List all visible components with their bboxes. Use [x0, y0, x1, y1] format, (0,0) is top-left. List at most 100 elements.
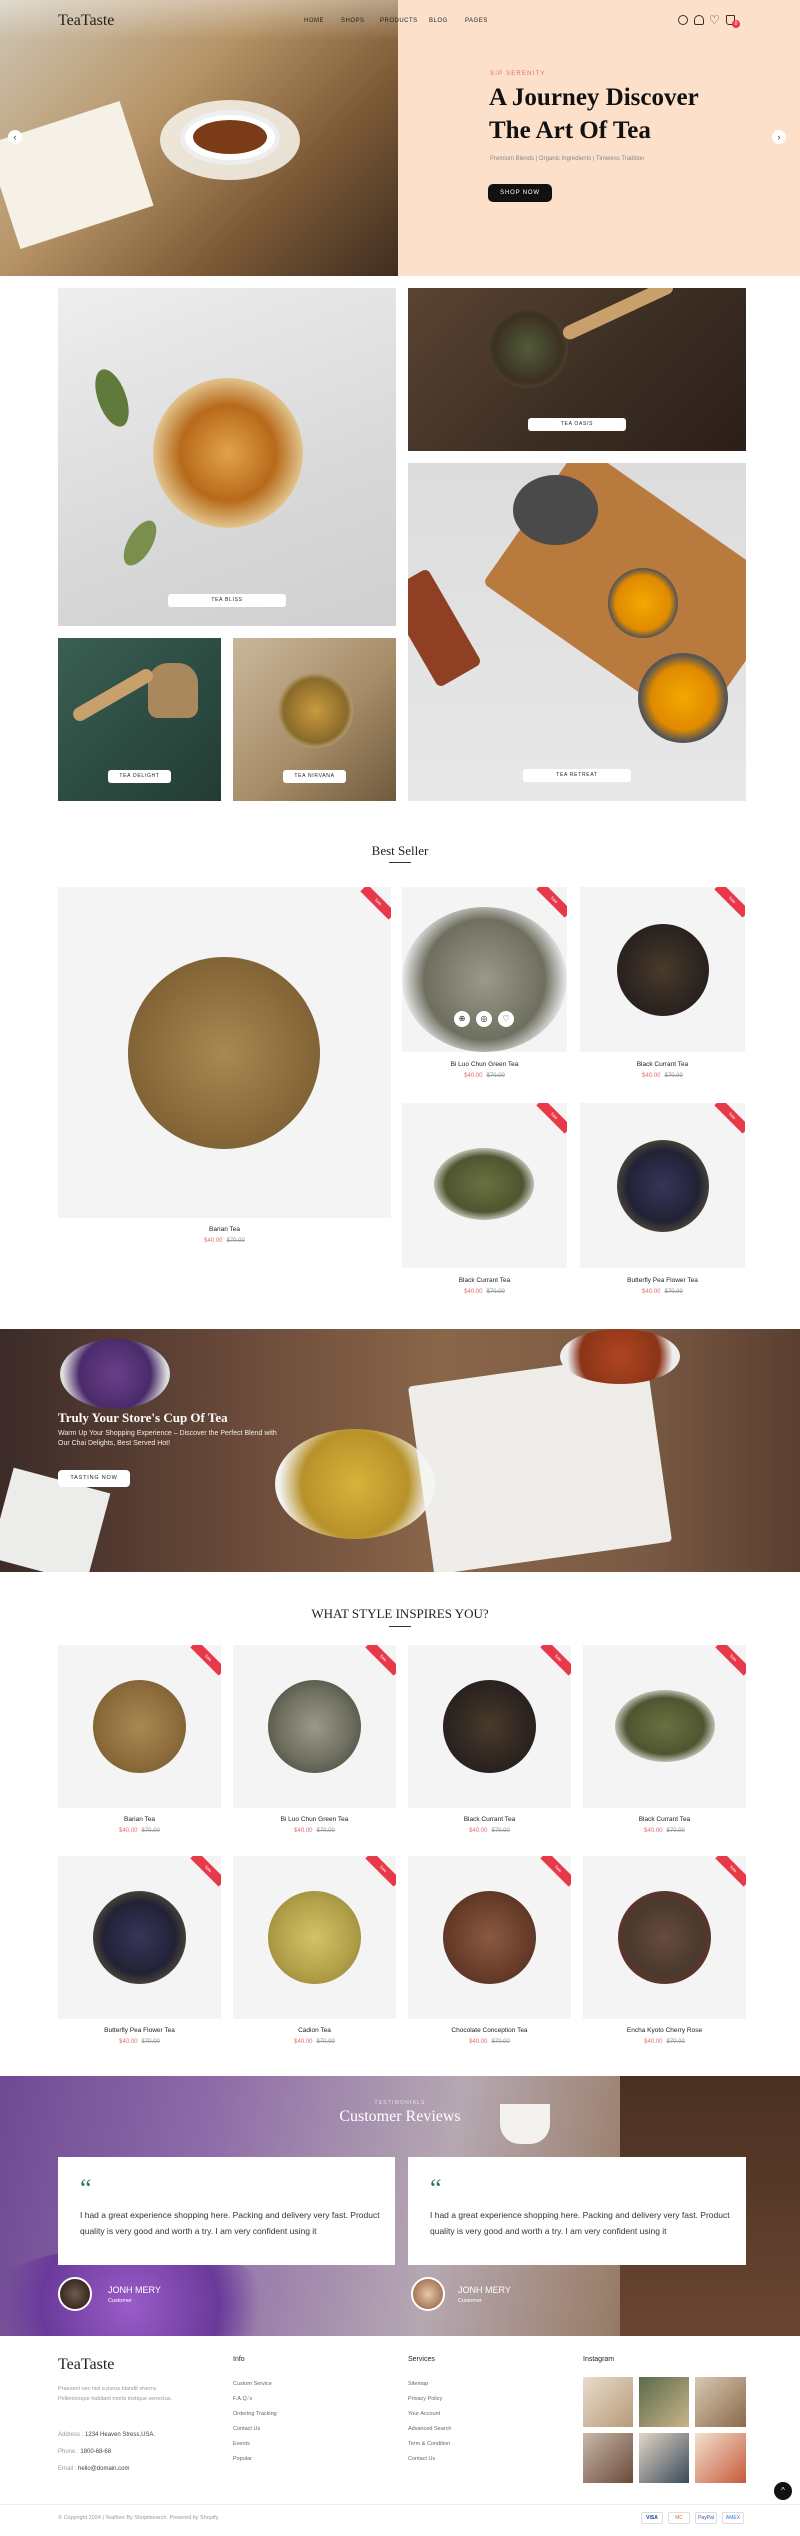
- sale-badge: Sale: [714, 1103, 745, 1134]
- address-value: 1234 Heaven Stress,USA.: [85, 2432, 156, 2438]
- footer-link[interactable]: Events: [233, 2437, 277, 2452]
- nav-blog[interactable]: BLOG: [429, 18, 448, 24]
- amex-icon: AMEX: [722, 2512, 744, 2524]
- instagram-photo[interactable]: [583, 2377, 633, 2427]
- old-price: $70.00: [664, 1073, 683, 1079]
- nav-home[interactable]: HOME: [304, 18, 324, 24]
- footer-link[interactable]: Contact Us: [408, 2452, 451, 2467]
- tile-tea-bliss[interactable]: TEA BLISS: [58, 288, 396, 626]
- sale-price: $40.00: [464, 1073, 483, 1079]
- email-value[interactable]: hello@domain.com: [78, 2466, 129, 2472]
- product-name[interactable]: Barian Tea: [58, 1816, 221, 1823]
- footer-link[interactable]: Custom Service: [233, 2377, 277, 2392]
- spice-bowl: [560, 1329, 680, 1384]
- wishlist-icon[interactable]: ♡: [709, 13, 720, 27]
- nav-products[interactable]: PRODUCTS: [380, 18, 418, 24]
- product-card[interactable]: Sale: [233, 1645, 396, 1808]
- instagram-photo[interactable]: [583, 2433, 633, 2483]
- scroll-to-top-button[interactable]: ^: [774, 2482, 792, 2500]
- product-card[interactable]: Sale: [583, 1856, 746, 2019]
- footer-logo[interactable]: TeaTaste: [58, 2356, 114, 2374]
- wishlist-icon[interactable]: ♡: [498, 1011, 514, 1027]
- reviewer-role: Customer: [458, 2298, 482, 2304]
- review-card: “ I had a great experience shopping here…: [408, 2157, 746, 2265]
- product-name[interactable]: Butterfly Pea Flower Tea: [58, 2027, 221, 2034]
- instagram-photo[interactable]: [639, 2377, 689, 2427]
- product-name[interactable]: Chocolate Conception Tea: [408, 2027, 571, 2034]
- hero-prev-arrow[interactable]: ‹: [8, 130, 22, 144]
- footer-link[interactable]: Your Account: [408, 2407, 451, 2422]
- product-card[interactable]: Sale: [402, 1103, 567, 1268]
- mastercard-icon: MC: [668, 2512, 690, 2524]
- instagram-photo[interactable]: [695, 2433, 746, 2483]
- product-card[interactable]: Sale: [580, 887, 745, 1052]
- hero-next-arrow[interactable]: ›: [772, 130, 786, 144]
- hero-subtitle: Premium Blends | Organic Ingredients | T…: [490, 156, 645, 162]
- product-name[interactable]: Black Currant Tea: [408, 1816, 571, 1823]
- product-name[interactable]: Black Currant Tea: [583, 1816, 746, 1823]
- product-card[interactable]: Sale: [58, 887, 391, 1218]
- product-price: $40.00 $70.00: [58, 1238, 391, 1244]
- tile-tea-retreat[interactable]: TEA RETREAT: [408, 463, 746, 801]
- footer-link[interactable]: Contact Us: [233, 2422, 277, 2437]
- product-name[interactable]: Black Currant Tea: [580, 1061, 745, 1068]
- footer-info-list: Custom Service F.A.Q.'s Ordering Trackin…: [233, 2377, 277, 2467]
- product-card[interactable]: Sale: [408, 1645, 571, 1808]
- add-to-cart-icon[interactable]: ⊕: [454, 1011, 470, 1027]
- tasting-now-button[interactable]: TASTING NOW: [58, 1470, 130, 1487]
- product-card[interactable]: Sale: [233, 1856, 396, 2019]
- tile-tea-oasis[interactable]: TEA OASIS: [408, 288, 746, 451]
- nav-pages[interactable]: PAGES: [465, 18, 488, 24]
- promo-banner: [0, 1329, 800, 1572]
- section-underline: [389, 862, 411, 863]
- tile-label: TEA BLISS: [168, 594, 286, 607]
- tile-tea-delight[interactable]: TEA DELIGHT: [58, 638, 221, 801]
- hero-title-line2: The Art Of Tea: [489, 117, 651, 144]
- product-card[interactable]: Sale ⊕ ◎ ♡: [402, 887, 567, 1052]
- instagram-photo[interactable]: [695, 2377, 746, 2427]
- sale-price: $40.00: [642, 1073, 661, 1079]
- old-price: $70.00: [486, 1073, 505, 1079]
- sale-badge: Sale: [540, 1856, 571, 1887]
- hero-banner: TeaTaste HOME SHOPS PRODUCTS BLOG PAGES …: [0, 0, 800, 276]
- tile-label: TEA RETREAT: [523, 769, 631, 782]
- product-name[interactable]: Butterfly Pea Flower Tea: [580, 1277, 745, 1284]
- tile-tea-nirvana[interactable]: TEA NIRVANA: [233, 638, 396, 801]
- leaf: [88, 365, 136, 431]
- product-card[interactable]: Sale: [58, 1856, 221, 2019]
- logo[interactable]: TeaTaste: [58, 12, 114, 30]
- old-price: $70.00: [491, 2039, 510, 2045]
- product-card[interactable]: Sale: [58, 1645, 221, 1808]
- instagram-photo[interactable]: [639, 2433, 689, 2483]
- product-name[interactable]: Bi Luo Chun Green Tea: [233, 1816, 396, 1823]
- product-name[interactable]: Barian Tea: [58, 1226, 391, 1233]
- product-name[interactable]: Encha Kyoto Cherry Rose: [583, 2027, 746, 2034]
- footer-link[interactable]: Advanced Search: [408, 2422, 451, 2437]
- search-icon[interactable]: [678, 15, 688, 25]
- product-card[interactable]: Sale: [583, 1645, 746, 1808]
- avatar: [58, 2277, 92, 2311]
- footer-link[interactable]: Popular: [233, 2452, 277, 2467]
- product-name[interactable]: Black Currant Tea: [402, 1277, 567, 1284]
- product-card[interactable]: Sale: [580, 1103, 745, 1268]
- footer-link[interactable]: Ordering Tracking: [233, 2407, 277, 2422]
- footer-link[interactable]: Term & Condition: [408, 2437, 451, 2452]
- hero-title-line1: A Journey Discover: [489, 84, 699, 111]
- promo-title: Truly Your Store's Cup Of Tea: [58, 1410, 228, 1425]
- product-name[interactable]: Bi Luo Chun Green Tea: [402, 1061, 567, 1068]
- quick-view-icon[interactable]: ◎: [476, 1011, 492, 1027]
- user-icon[interactable]: [694, 15, 704, 25]
- nav-shops[interactable]: SHOPS: [341, 18, 365, 24]
- teapot: [513, 475, 598, 545]
- footer-link[interactable]: Privacy Policy: [408, 2392, 451, 2407]
- product-card[interactable]: Sale: [408, 1856, 571, 2019]
- product-name[interactable]: Cadion Tea: [233, 2027, 396, 2034]
- product-image: [268, 1680, 361, 1773]
- product-price: $40.00 $70.00: [233, 2039, 396, 2045]
- footer-link[interactable]: Sitemap: [408, 2377, 451, 2392]
- footer-link[interactable]: F.A.Q.'s: [233, 2392, 277, 2407]
- hero-eyebrow: SIP SERENITY: [490, 71, 546, 77]
- product-price: $40.00 $70.00: [580, 1289, 745, 1295]
- product-image: [615, 1690, 715, 1762]
- shop-now-button[interactable]: SHOP NOW: [488, 184, 552, 202]
